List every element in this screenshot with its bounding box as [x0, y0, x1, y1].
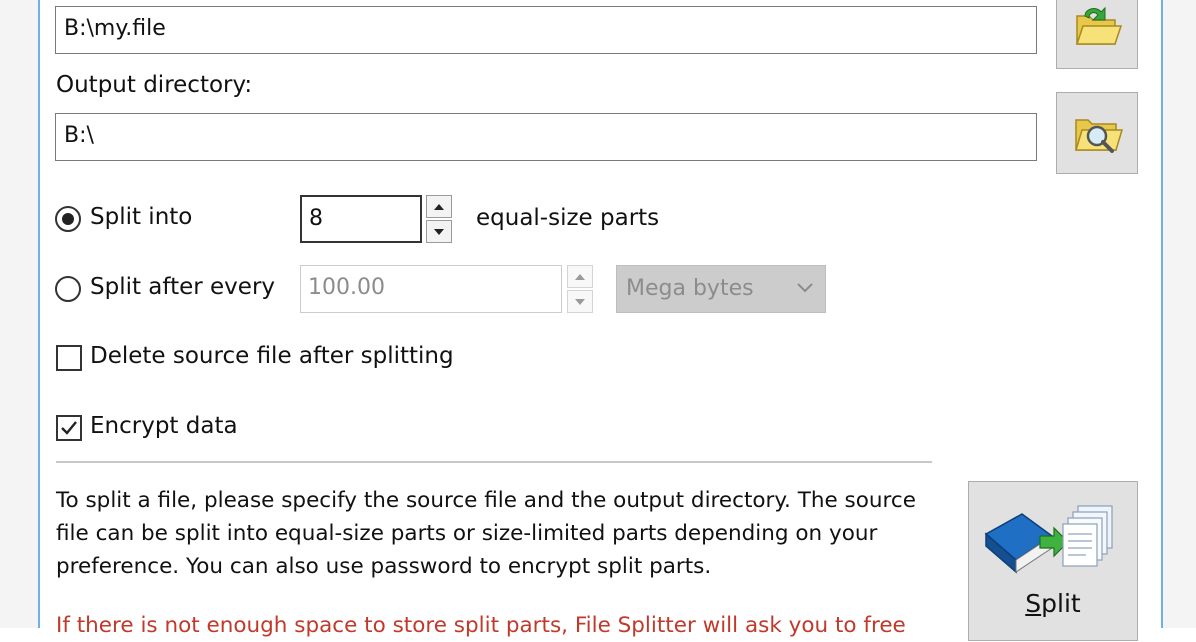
- help-text: To split a file, please specify the sour…: [56, 488, 916, 579]
- open-folder-arrow-icon: [1075, 6, 1123, 45]
- window-right-background: [1163, 0, 1196, 628]
- parts-count-value: 8: [309, 206, 323, 231]
- window-left-border: [38, 0, 40, 628]
- arrow-up-icon: [434, 203, 444, 210]
- parts-count-up-button[interactable]: [426, 195, 452, 218]
- separator: [56, 461, 932, 463]
- split-after-every-label: Split after every: [90, 274, 276, 300]
- delete-source-checkbox[interactable]: [56, 345, 82, 371]
- help-text-continued: If there is not enough space to store sp…: [56, 613, 906, 638]
- size-unit-select[interactable]: Mega bytes: [616, 265, 826, 313]
- split-label-rest: plit: [1041, 589, 1081, 618]
- arrow-up-icon: [575, 273, 585, 280]
- source-file-value: B:\my.file: [64, 16, 166, 41]
- output-directory-label: Output directory:: [56, 72, 253, 98]
- parts-count-spinner[interactable]: [426, 195, 452, 243]
- parts-count-input[interactable]: 8: [300, 195, 422, 243]
- delete-source-label: Delete source file after splitting: [90, 343, 454, 369]
- split-after-every-radio[interactable]: [55, 276, 81, 302]
- output-directory-value: B:\: [64, 123, 94, 148]
- encrypt-data-checkbox[interactable]: [56, 415, 82, 441]
- browse-output-directory-button[interactable]: [1056, 92, 1138, 174]
- chevron-down-icon: [797, 283, 813, 293]
- size-limit-spinner[interactable]: [567, 265, 593, 313]
- output-directory-input[interactable]: B:\: [55, 113, 1037, 161]
- book-to-pages-icon: [984, 505, 1113, 574]
- equal-size-parts-label: equal-size parts: [476, 205, 660, 231]
- size-unit-value: Mega bytes: [626, 276, 754, 301]
- split-into-radio-dot: [62, 213, 74, 225]
- size-limit-value: 100.00: [308, 275, 385, 300]
- encrypt-data-label: Encrypt data: [90, 413, 238, 439]
- split-into-label: Split into: [90, 204, 193, 230]
- checkmark-icon: [61, 421, 77, 435]
- split-mnemonic-letter: S: [1025, 589, 1042, 618]
- size-limit-input[interactable]: 100.00: [300, 265, 562, 313]
- source-file-input[interactable]: B:\my.file: [55, 6, 1037, 54]
- size-limit-up-button[interactable]: [567, 265, 593, 288]
- browse-source-file-button[interactable]: [1056, 0, 1138, 69]
- split-into-radio[interactable]: [55, 206, 81, 232]
- arrow-down-icon: [434, 228, 444, 235]
- arrow-down-icon: [575, 298, 585, 305]
- parts-count-down-button[interactable]: [426, 220, 452, 243]
- split-button-label: Split: [969, 589, 1137, 618]
- split-button[interactable]: Split: [968, 481, 1138, 641]
- size-limit-down-button[interactable]: [567, 290, 593, 313]
- folder-search-icon: [1074, 119, 1124, 153]
- window-left-background: [0, 0, 40, 628]
